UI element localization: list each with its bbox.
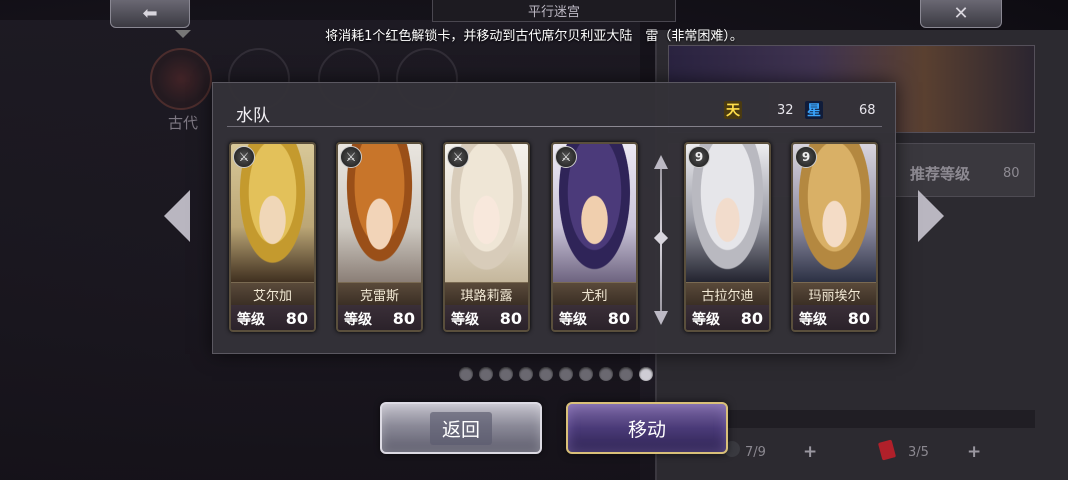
level-bar: 等级 80 bbox=[231, 305, 314, 330]
diamond-icon bbox=[653, 230, 669, 246]
add-key-card-button[interactable]: + bbox=[967, 442, 981, 462]
level-bar: 等级 80 bbox=[338, 305, 421, 330]
character-name: 琪路莉露 bbox=[445, 282, 528, 305]
character-name: 古拉尔迪 bbox=[686, 282, 769, 305]
add-stamina-button[interactable]: + bbox=[803, 442, 817, 462]
level-value: 80 bbox=[392, 309, 415, 328]
star-value: 68 bbox=[859, 103, 876, 118]
move-button-label: 移动 bbox=[627, 418, 666, 441]
character-name: 玛丽埃尔 bbox=[793, 282, 876, 305]
star-icon: 星 bbox=[805, 101, 823, 119]
team-dialog: 水队 天 32 星 68 ⚔ 艾尔加 等级 80 ⚔ 克雷斯 等级 80 ⚔ 琪… bbox=[212, 82, 896, 354]
level-label: 等级 bbox=[692, 311, 720, 328]
region-label: 古代 bbox=[168, 114, 199, 132]
sword-badge-icon: ⚔ bbox=[233, 146, 255, 168]
sword-badge-icon: ⚔ bbox=[555, 146, 577, 168]
character-card[interactable]: 9 古拉尔迪 等级 80 bbox=[684, 142, 771, 332]
back-button[interactable]: 返回 bbox=[380, 402, 542, 454]
back-button-label: 返回 bbox=[429, 411, 492, 445]
page-dot[interactable] bbox=[479, 367, 493, 381]
level-value: 80 bbox=[847, 309, 870, 328]
move-button[interactable]: 移动 bbox=[566, 402, 728, 454]
header-close-button[interactable]: ✕ bbox=[920, 0, 1002, 28]
close-icon: ✕ bbox=[953, 3, 969, 24]
triangle-up-icon bbox=[654, 155, 668, 169]
prev-team-arrow-icon[interactable] bbox=[164, 190, 190, 242]
level-bar: 等级 80 bbox=[445, 305, 528, 330]
number-badge-icon: 9 bbox=[795, 146, 817, 168]
level-label: 等级 bbox=[559, 311, 587, 328]
number-badge-icon: 9 bbox=[688, 146, 710, 168]
level-value: 80 bbox=[499, 309, 522, 328]
sword-badge-icon: ⚔ bbox=[447, 146, 469, 168]
recommended-level-label: 推荐等级 bbox=[910, 165, 971, 183]
level-label: 等级 bbox=[237, 311, 265, 328]
character-card[interactable]: ⚔ 艾尔加 等级 80 bbox=[229, 142, 316, 332]
sky-icon: 天 bbox=[724, 101, 742, 119]
level-bar: 等级 80 bbox=[553, 305, 636, 330]
level-label: 等级 bbox=[451, 311, 479, 328]
character-card[interactable]: 9 玛丽埃尔 等级 80 bbox=[791, 142, 878, 332]
character-name: 艾尔加 bbox=[231, 282, 314, 305]
triangle-down-icon bbox=[654, 311, 668, 325]
arrow-left-icon: ⬅ bbox=[142, 3, 158, 24]
page-dot[interactable] bbox=[599, 367, 613, 381]
team-name: 水队 bbox=[236, 106, 270, 126]
header-back-button[interactable]: ⬅ bbox=[110, 0, 190, 28]
next-team-arrow-icon[interactable] bbox=[918, 190, 944, 242]
page-dot[interactable] bbox=[619, 367, 633, 381]
level-label: 等级 bbox=[799, 311, 827, 328]
level-value: 80 bbox=[607, 309, 630, 328]
level-label: 等级 bbox=[344, 311, 372, 328]
character-name: 克雷斯 bbox=[338, 282, 421, 305]
sky-value: 32 bbox=[777, 103, 794, 118]
divider bbox=[227, 126, 882, 127]
page-dot[interactable] bbox=[539, 367, 553, 381]
character-card[interactable]: ⚔ 尤利 等级 80 bbox=[551, 142, 638, 332]
region-emblem-icon bbox=[150, 48, 212, 110]
character-card[interactable]: ⚔ 克雷斯 等级 80 bbox=[336, 142, 423, 332]
page-dot[interactable] bbox=[499, 367, 513, 381]
recommended-level-value: 80 bbox=[1003, 166, 1020, 181]
character-card[interactable]: ⚔ 琪路莉露 等级 80 bbox=[443, 142, 530, 332]
sword-badge-icon: ⚔ bbox=[340, 146, 362, 168]
stamina-count: 7/9 bbox=[745, 445, 766, 460]
key-card-count: 3/5 bbox=[908, 445, 929, 460]
character-name: 尤利 bbox=[553, 282, 636, 305]
pagination-dots bbox=[459, 367, 653, 381]
group-divider bbox=[653, 155, 669, 325]
page-dot[interactable] bbox=[519, 367, 533, 381]
level-value: 80 bbox=[285, 309, 308, 328]
page-dot[interactable] bbox=[579, 367, 593, 381]
level-bar: 等级 80 bbox=[686, 305, 769, 330]
notice-text: 将消耗1个红色解锁卡，并移动到古代席尔贝利亚大陆 雷（非常困难）。 bbox=[325, 29, 743, 44]
page-dot[interactable] bbox=[459, 367, 473, 381]
level-bar: 等级 80 bbox=[793, 305, 876, 330]
page-dot[interactable] bbox=[639, 367, 653, 381]
page-title: 平行迷宫 bbox=[432, 0, 676, 22]
page-dot[interactable] bbox=[559, 367, 573, 381]
level-value: 80 bbox=[740, 309, 763, 328]
